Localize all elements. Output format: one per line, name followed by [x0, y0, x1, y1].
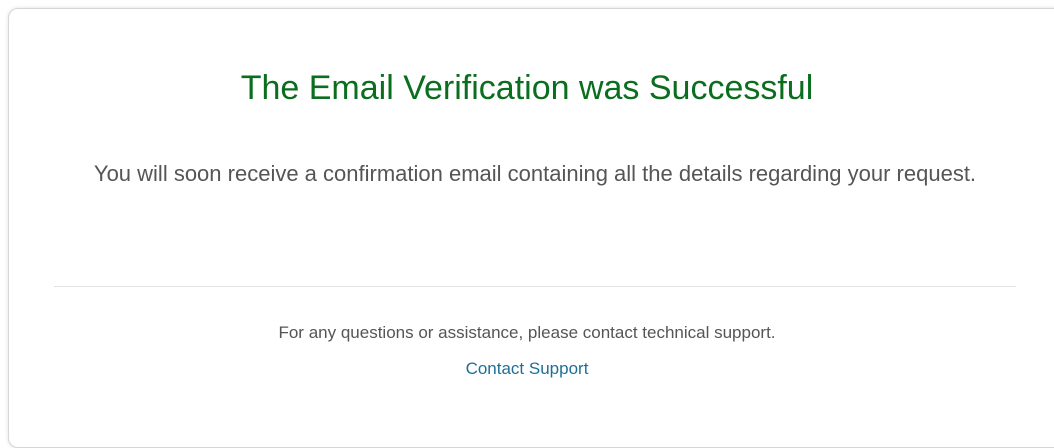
page-title: The Email Verification was Successful — [240, 69, 814, 107]
contact-support-link[interactable]: Contact Support — [466, 359, 589, 378]
divider — [54, 286, 1016, 287]
support-link-container: Contact Support — [0, 356, 1054, 382]
support-help-text: For any questions or assistance, please … — [278, 323, 776, 342]
confirmation-message: You will soon receive a confirmation ema… — [93, 161, 977, 186]
